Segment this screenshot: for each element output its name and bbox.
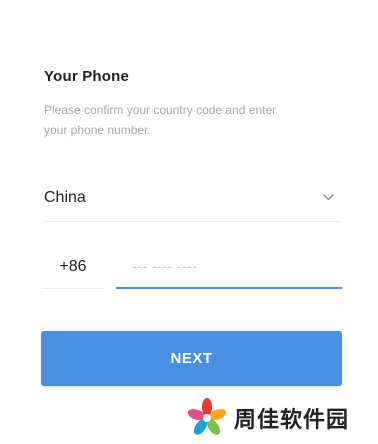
country-code-input[interactable] xyxy=(42,248,104,286)
page-description: Please confirm your country code and ent… xyxy=(44,103,277,137)
country-selector[interactable]: China xyxy=(42,177,340,222)
next-button[interactable]: NEXT xyxy=(41,331,342,386)
phone-number-input[interactable] xyxy=(116,248,342,284)
phone-login-screen: Your Phone Please confirm your country c… xyxy=(0,0,378,444)
watermark-text: 周佳软件园 xyxy=(234,408,350,433)
country-code-field-wrap xyxy=(42,248,104,289)
watermark: 周佳软件园 xyxy=(186,396,349,440)
country-name: China xyxy=(44,189,86,206)
phone-number-field-wrap xyxy=(116,248,342,289)
pinwheel-logo xyxy=(186,397,228,439)
chevron-down-icon xyxy=(323,193,334,202)
page-title: Your Phone xyxy=(44,68,130,85)
